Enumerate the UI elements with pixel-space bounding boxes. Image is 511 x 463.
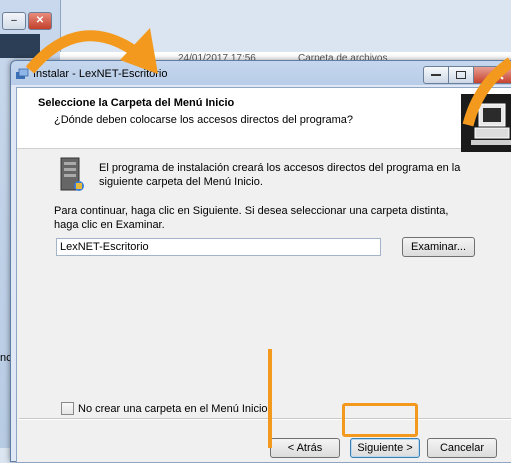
maximize-icon (456, 71, 466, 79)
folder-name-input[interactable] (56, 238, 381, 256)
page-subtitle: ¿Dónde deben colocarse los accesos direc… (54, 114, 353, 126)
background-minimize-button[interactable]: – (2, 12, 26, 30)
back-button[interactable]: < Atrás (270, 438, 340, 458)
installer-dialog: Instalar - LexNET-Escritorio Seleccione … (10, 60, 511, 463)
no-folder-checkbox-row[interactable]: No crear una carpeta en el Menú Inicio (61, 402, 268, 415)
close-button[interactable] (474, 66, 511, 84)
close-icon (494, 70, 504, 80)
cancel-button[interactable]: Cancelar (427, 438, 497, 458)
installer-icon (16, 68, 29, 79)
window-title: Instalar - LexNET-Escritorio (33, 68, 168, 80)
browse-button[interactable]: Examinar... (402, 237, 475, 257)
wizard-header: Seleccione la Carpeta del Menú Inicio ¿D… (17, 88, 511, 152)
no-folder-checkbox[interactable] (61, 402, 74, 415)
installer-logo (461, 94, 511, 152)
background-close-button[interactable]: ✕ (28, 12, 52, 30)
computer-logo-icon (471, 103, 511, 145)
background-window-controls: – ✕ (2, 12, 52, 30)
info-text: El programa de instalación creará los ac… (99, 162, 461, 188)
dialog-body: Seleccione la Carpeta del Menú Inicio ¿D… (16, 87, 511, 463)
button-separator (19, 418, 511, 420)
no-folder-checkbox-label: No crear una carpeta en el Menú Inicio (78, 402, 268, 415)
title-bar[interactable]: Instalar - LexNET-Escritorio (11, 61, 511, 87)
maximize-button[interactable] (449, 66, 474, 84)
minimize-icon (431, 74, 441, 76)
window-controls (423, 66, 511, 84)
background-dark-panel (0, 34, 40, 58)
next-button[interactable]: Siguiente > (350, 438, 420, 458)
minimize-button[interactable] (423, 66, 449, 84)
page-title: Seleccione la Carpeta del Menú Inicio (38, 97, 235, 109)
instruction-text: Para continuar, haga clic en Siguiente. … (54, 205, 449, 231)
start-menu-folder-icon (60, 157, 84, 191)
